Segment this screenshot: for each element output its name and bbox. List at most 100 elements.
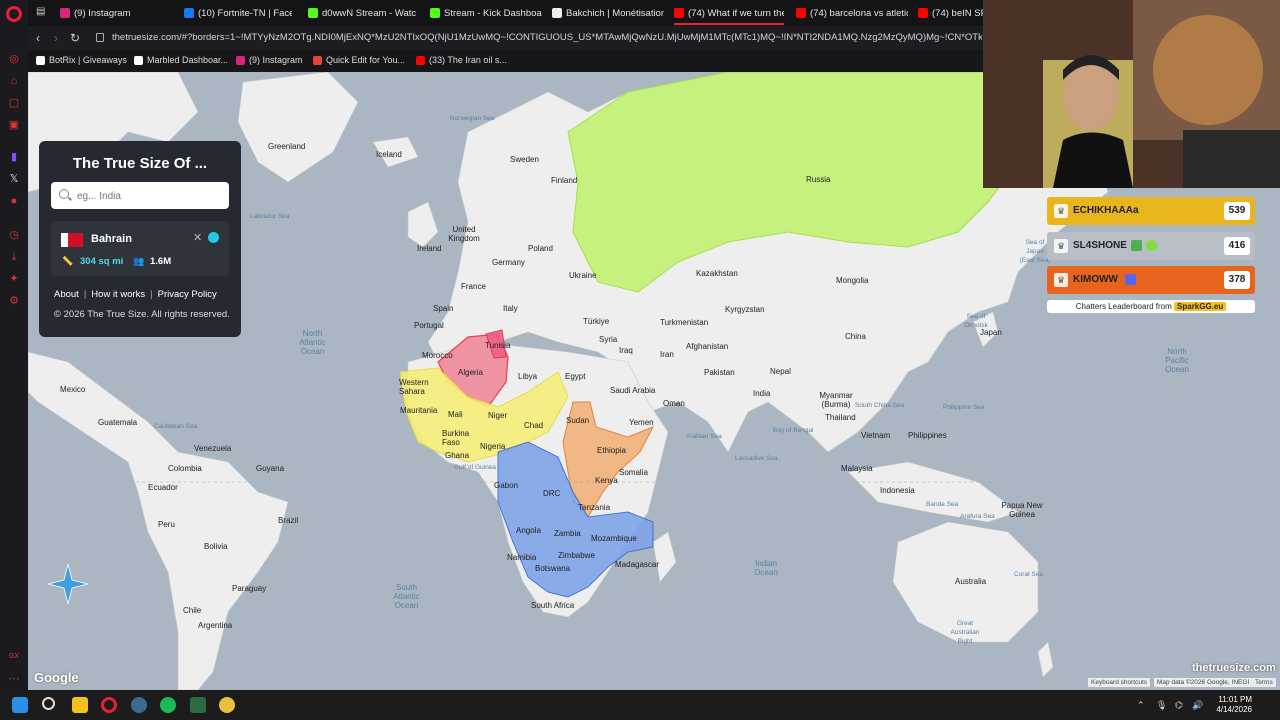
label-turkmenistan: Turkmenistan bbox=[660, 318, 709, 327]
label-saudi: Saudi Arabia bbox=[610, 386, 656, 395]
bookmark-instagram[interactable]: (9) Instagram bbox=[236, 55, 303, 65]
xbox-icon[interactable] bbox=[190, 697, 206, 713]
opera-gx-icon[interactable] bbox=[101, 697, 117, 713]
back-icon[interactable]: ‹ bbox=[36, 31, 40, 45]
keyboard-shortcuts-link[interactable]: Keyboard shortcuts bbox=[1088, 678, 1151, 687]
botrix-icon bbox=[36, 55, 45, 65]
calendar-icon[interactable]: ▣ bbox=[7, 118, 21, 132]
chrome-icon[interactable] bbox=[219, 697, 235, 713]
windows-start-icon[interactable] bbox=[12, 697, 28, 713]
compass-icon bbox=[47, 563, 89, 605]
extensions-icon[interactable]: ✦ bbox=[7, 272, 21, 286]
tab-instagram[interactable]: (9) Instagram bbox=[60, 4, 176, 22]
tab-kick-stream[interactable]: d0wwN Stream - Watch bbox=[308, 4, 416, 22]
tab-bar: ▤ (9) Instagram (10) Fortnite-TN | Faceb… bbox=[28, 0, 983, 26]
about-link[interactable]: About bbox=[54, 289, 79, 300]
verified-badge-icon bbox=[1125, 274, 1136, 285]
mic-icon[interactable]: 🎙 bbox=[1156, 700, 1167, 711]
google-logo[interactable]: Google bbox=[34, 670, 79, 685]
label-india: India bbox=[753, 389, 771, 398]
steam-icon[interactable] bbox=[131, 697, 147, 713]
color-picker-dot[interactable] bbox=[208, 232, 219, 243]
label-zambia: Zambia bbox=[554, 529, 581, 538]
webcam-overlay bbox=[983, 0, 1280, 188]
label-botswana: Botswana bbox=[535, 564, 571, 573]
label-somalia: Somalia bbox=[619, 468, 648, 477]
how-it-works-link[interactable]: How it works bbox=[91, 289, 145, 300]
search-box[interactable] bbox=[51, 182, 229, 209]
bag-icon[interactable]: ⌂ bbox=[7, 74, 21, 88]
history-icon[interactable]: ◷ bbox=[7, 228, 21, 242]
label-drc: DRC bbox=[543, 489, 561, 498]
search-icon bbox=[59, 189, 69, 199]
tab-label: Bakchich | Monétisation bbox=[566, 7, 664, 19]
label-iran: Iran bbox=[660, 350, 674, 359]
label-south-china-sea: South China Sea bbox=[855, 402, 905, 409]
settings-icon[interactable]: ⚙ bbox=[7, 294, 21, 308]
spotify-icon[interactable] bbox=[160, 697, 176, 713]
url-field[interactable]: thetruesize.com/#?borders=1~!MTYyNzM2OTg… bbox=[112, 32, 982, 43]
bookmark-botrix[interactable]: BotRix | Giveaways bbox=[36, 55, 127, 65]
label-ireland: Ireland bbox=[417, 244, 442, 253]
tab-menu-icon[interactable]: ▤ bbox=[36, 5, 45, 19]
forward-icon[interactable]: › bbox=[54, 31, 58, 45]
more-icon[interactable]: ⋯ bbox=[7, 672, 21, 686]
bookmark-gmail[interactable]: Quick Edit for You... bbox=[313, 55, 405, 65]
label-great-australian-bight: Great Australian Bight bbox=[950, 620, 980, 645]
divider: | bbox=[83, 289, 87, 300]
label-germany: Germany bbox=[492, 258, 525, 267]
bookmark-label: (33) The Iran oil s... bbox=[429, 55, 507, 65]
tab-facebook[interactable]: (10) Fortnite-TN | Faceb bbox=[184, 4, 292, 22]
label-libya: Libya bbox=[518, 372, 538, 381]
label-iceland: Iceland bbox=[376, 150, 402, 159]
twitch-icon[interactable]: ▮ bbox=[7, 150, 21, 164]
label-nepal: Nepal bbox=[770, 367, 791, 376]
leaderboard-score: 539 bbox=[1224, 202, 1250, 220]
bookmark-marbled[interactable]: Marbled Dashboar... bbox=[134, 55, 228, 65]
address-bar: ‹ › ↻ thetruesize.com/#?borders=1~!MTYyN… bbox=[28, 26, 983, 50]
label-tanzania: Tanzania bbox=[578, 503, 611, 512]
label-png: Papua New Guinea bbox=[1001, 501, 1043, 519]
network-icon[interactable]: ⌬ bbox=[1175, 700, 1183, 711]
instagram-icon bbox=[60, 8, 70, 18]
terms-link[interactable]: Terms bbox=[1252, 678, 1276, 687]
label-bay-of-bengal: Bay of Bengal bbox=[773, 427, 814, 434]
chevron-up-icon[interactable]: ⌃ bbox=[1137, 700, 1145, 711]
search-input[interactable] bbox=[77, 188, 222, 204]
label-ecuador: Ecuador bbox=[148, 483, 178, 492]
tab-youtube-active[interactable]: (74) What if we turn the bbox=[674, 4, 784, 22]
map-data-attribution: Map data ©2026 Google, INEGI bbox=[1154, 678, 1253, 687]
leaderboard-footer-text: Chatters Leaderboard from bbox=[1075, 302, 1172, 311]
country-area: 304 sq mi bbox=[80, 256, 124, 267]
label-namibia: Namibia bbox=[507, 553, 537, 562]
instagram-icon bbox=[236, 55, 245, 65]
downloads-icon[interactable]: ⤓ bbox=[7, 250, 21, 264]
volume-icon[interactable]: 🔊 bbox=[1192, 700, 1203, 711]
label-colombia: Colombia bbox=[168, 464, 202, 473]
bakchich-icon bbox=[552, 8, 562, 18]
file-explorer-icon[interactable] bbox=[72, 697, 88, 713]
tab-bakchich[interactable]: Bakchich | Monétisation bbox=[552, 4, 664, 22]
bookmark-youtube[interactable]: (33) The Iran oil s... bbox=[416, 55, 507, 65]
music-icon[interactable]: ● bbox=[7, 194, 21, 208]
close-icon[interactable]: ✕ bbox=[193, 231, 202, 244]
messenger-icon[interactable]: ▢ bbox=[7, 96, 21, 110]
country-card[interactable]: Bahrain ✕ 📏 304 sq mi 👥 1.6M bbox=[51, 221, 229, 276]
gx-icon[interactable]: GX bbox=[7, 650, 21, 664]
search-icon[interactable] bbox=[42, 697, 55, 710]
badge-icon bbox=[1146, 240, 1157, 251]
aria-icon[interactable]: ◎ bbox=[7, 52, 21, 66]
reload-icon[interactable]: ↻ bbox=[70, 31, 80, 45]
webcam-image bbox=[983, 0, 1280, 188]
tab-youtube-bein[interactable]: (74) beIN SP bbox=[918, 4, 983, 22]
tab-kick-dashboard[interactable]: Stream - Kick Dashboard bbox=[430, 4, 542, 22]
active-tab-indicator bbox=[674, 23, 784, 25]
privacy-policy-link[interactable]: Privacy Policy bbox=[158, 289, 217, 300]
x-twitter-icon[interactable]: 𝕏 bbox=[7, 172, 21, 186]
clock[interactable]: 11:01 PM 4/14/2026 bbox=[1208, 695, 1252, 715]
label-morocco: Morocco bbox=[422, 351, 453, 360]
label-coral-sea: Coral Sea bbox=[1014, 571, 1043, 578]
opera-logo-icon[interactable] bbox=[6, 6, 22, 22]
label-afghanistan: Afghanistan bbox=[686, 342, 729, 351]
tab-youtube-barcelona[interactable]: (74) barcelona vs atletic bbox=[796, 4, 908, 22]
